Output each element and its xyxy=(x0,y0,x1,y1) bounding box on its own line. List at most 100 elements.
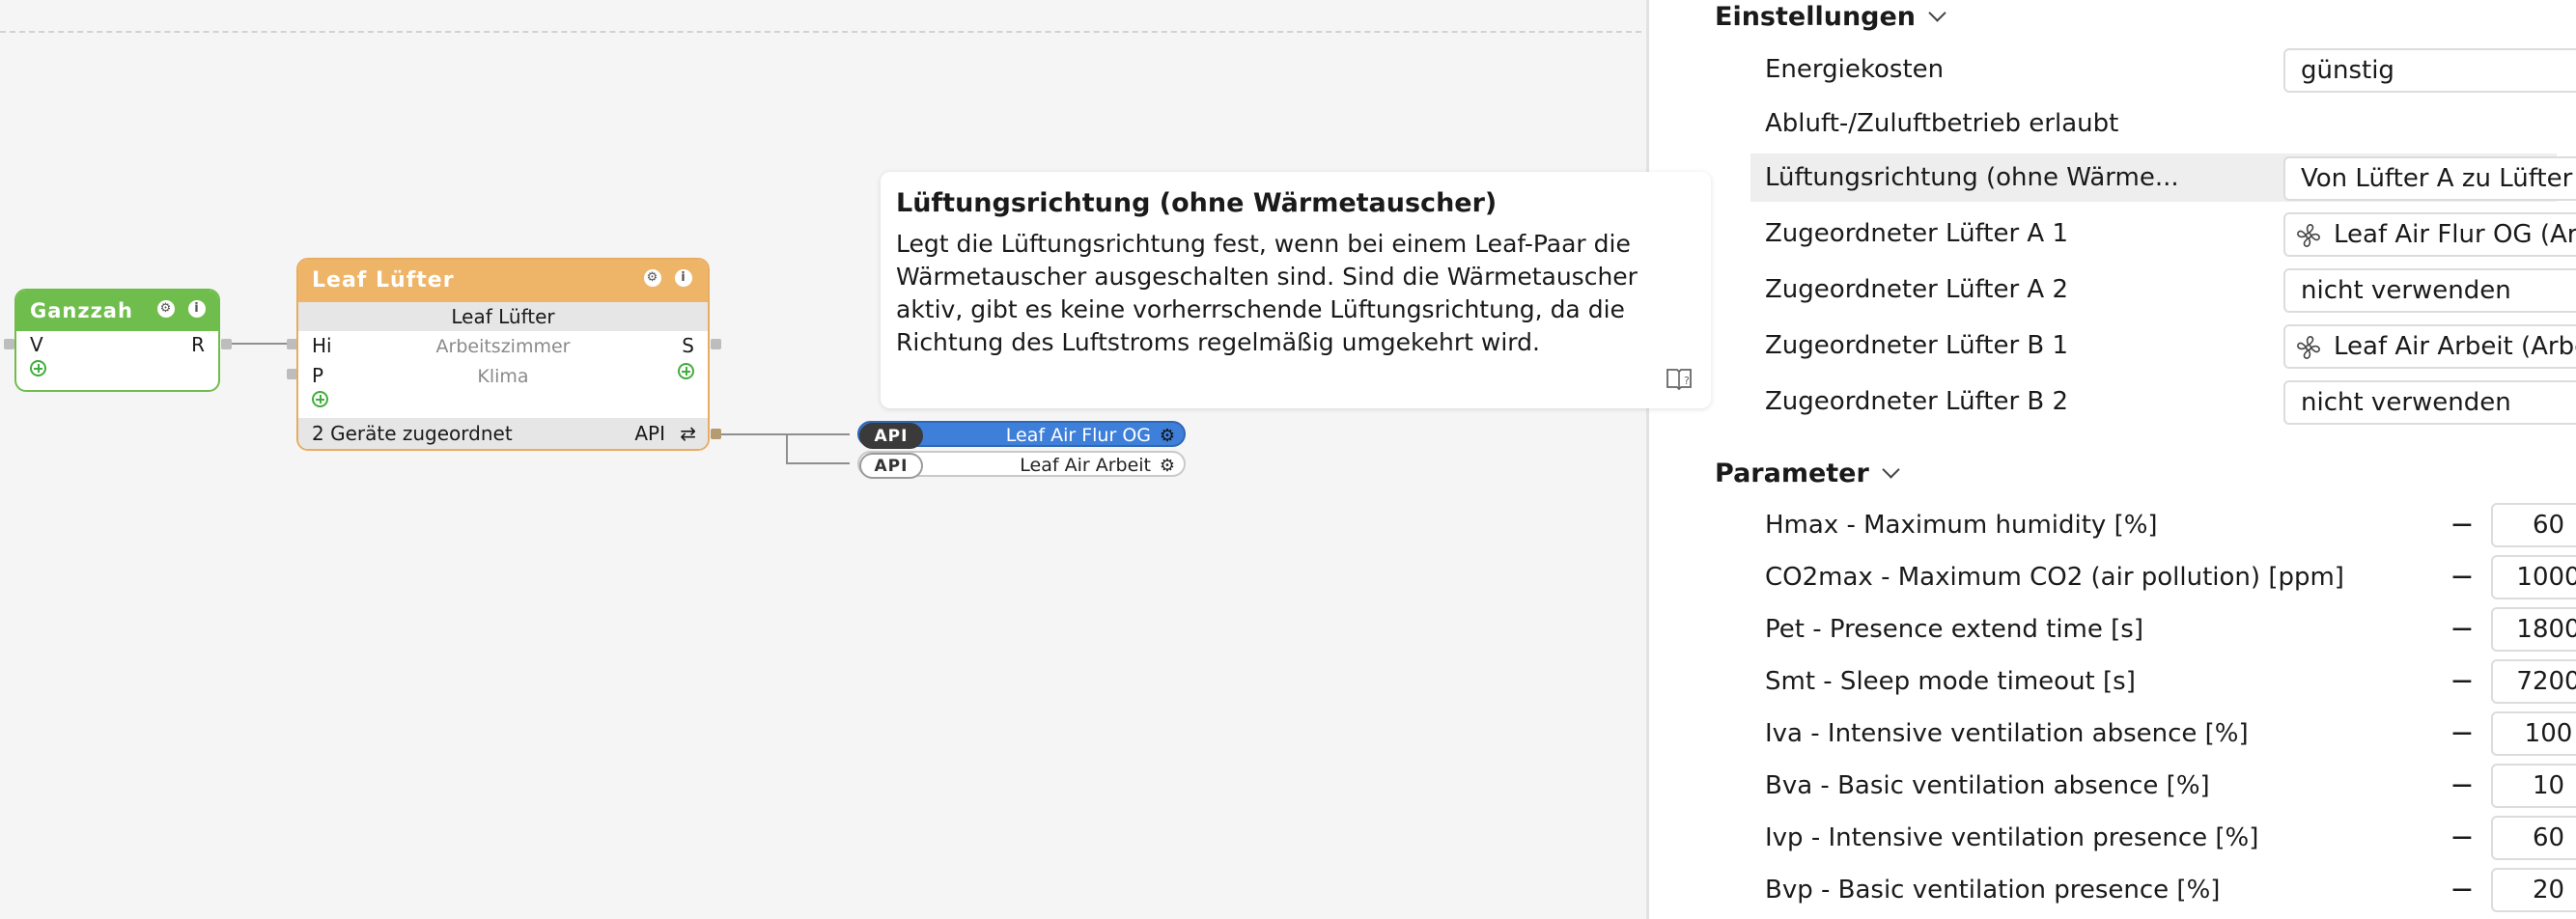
setting-label: Zugeordneter Lüfter B 2 xyxy=(1765,387,2069,416)
setting-row-luefter-a2: Zugeordneter Lüfter A 2 nicht verwenden xyxy=(1750,265,2576,314)
ganzzah-header: Ganzzah ⚙ i xyxy=(16,291,218,331)
decrement-button[interactable]: − xyxy=(2446,551,2478,603)
chevron-down-icon[interactable] xyxy=(1882,460,1900,479)
logic-canvas[interactable]: Ganzzah ⚙ i V R Leaf Lüfter ⚙ i Leaf Lüf… xyxy=(0,0,1646,919)
param-label: Smt - Sleep mode timeout [s] xyxy=(1765,667,2136,696)
api-connect-icon: ⇄ xyxy=(680,422,696,445)
dropdown-value: günstig xyxy=(2301,56,2394,85)
add-input-icon[interactable] xyxy=(30,360,46,376)
param-value-input[interactable]: 10 xyxy=(2491,764,2576,808)
param-value-input[interactable]: 20 xyxy=(2491,868,2576,912)
setting-label: Energiekosten xyxy=(1765,55,1945,84)
param-label: Hmax - Maximum humidity [%] xyxy=(1765,511,2158,540)
device-name: Leaf Air Arbeit xyxy=(1020,455,1151,476)
gear-icon[interactable]: ⚙ xyxy=(1160,425,1175,447)
tooltip-body: Legt die Lüftungsrichtung fest, wenn bei… xyxy=(896,230,1638,356)
svg-text:?: ? xyxy=(1684,375,1690,387)
leaf-output-pin-s[interactable] xyxy=(711,339,721,349)
setting-label: Lüftungsrichtung (ohne Wärme... xyxy=(1765,163,2179,192)
decrement-button[interactable]: − xyxy=(2446,655,2478,708)
api-label: API xyxy=(634,422,665,445)
help-tooltip: Lüftungsrichtung (ohne Wärmetauscher) Le… xyxy=(881,172,1711,408)
luefter-a1-dropdown[interactable]: Leaf Air Flur OG (Arbeit xyxy=(2283,212,2576,257)
param-row-ivp: Ivp - Intensive ventilation presence [%]… xyxy=(1750,812,2576,864)
settings-icon[interactable]: ⚙ xyxy=(157,300,175,318)
ganzzah-output-label: R xyxy=(191,333,205,356)
decrement-button[interactable]: − xyxy=(2446,499,2478,551)
settings-section-header[interactable]: Einstellungen xyxy=(1715,0,1946,35)
setting-row-luefter-b1: Zugeordneter Lüfter B 1 Leaf Air Arbeit … xyxy=(1750,321,2576,370)
setting-label: Zugeordneter Lüfter B 1 xyxy=(1765,331,2069,360)
leaf-luefter-block[interactable]: Leaf Lüfter ⚙ i Leaf Lüfter Hi Arbeitszi… xyxy=(296,258,710,451)
add-output-icon[interactable] xyxy=(678,363,694,379)
connection-wires xyxy=(230,343,850,464)
param-label: Ivp - Intensive ventilation presence [%] xyxy=(1765,823,2259,852)
param-label: Bva - Basic ventilation absence [%] xyxy=(1765,771,2210,800)
device-node-arbeit[interactable]: API Leaf Air Arbeit ⚙ xyxy=(857,451,1186,479)
settings-icon[interactable]: ⚙ xyxy=(644,269,661,287)
param-row-iva: Iva - Intensive ventilation absence [%] … xyxy=(1750,708,2576,760)
param-value-input[interactable]: 60 xyxy=(2491,816,2576,860)
device-node-flur-og[interactable]: API Leaf Air Flur OG ⚙ xyxy=(857,421,1186,449)
energiekosten-dropdown[interactable]: günstig xyxy=(2283,48,2576,93)
parameter-section-title: Parameter xyxy=(1715,459,1869,488)
dropdown-value: Leaf Air Arbeit (Arbeitsz xyxy=(2334,332,2576,361)
param-label: CO2max - Maximum CO2 (air pollution) [pp… xyxy=(1765,563,2344,592)
luefter-a2-dropdown[interactable]: nicht verwenden xyxy=(2283,268,2576,313)
setting-row-luefter-b2: Zugeordneter Lüfter B 2 nicht verwenden xyxy=(1750,377,2576,426)
param-value-input[interactable]: 100 xyxy=(2491,711,2576,756)
setting-row-luefter-a1: Zugeordneter Lüfter A 1 Leaf Air Flur OG… xyxy=(1750,209,2576,258)
setting-label: Zugeordneter Lüfter A 2 xyxy=(1765,275,2068,304)
fan-icon xyxy=(2297,336,2320,359)
luefter-b2-dropdown[interactable]: nicht verwenden xyxy=(2283,380,2576,425)
param-row-pet: Pet - Presence extend time [s] − 1800 + xyxy=(1750,603,2576,655)
info-icon[interactable]: i xyxy=(188,300,206,318)
chevron-down-icon[interactable] xyxy=(1928,4,1946,22)
param-row-co2max: CO2max - Maximum CO2 (air pollution) [pp… xyxy=(1750,551,2576,603)
setting-label: Abluft-/Zuluftbetrieb erlaubt xyxy=(1765,109,2119,138)
param-value-input[interactable]: 60 xyxy=(2491,503,2576,547)
decrement-button[interactable]: − xyxy=(2446,708,2478,760)
dropdown-value: Von Lüfter A zu Lüfter B xyxy=(2301,164,2576,193)
param-row-smt: Smt - Sleep mode timeout [s] − 7200 + xyxy=(1750,655,2576,708)
tooltip-title: Lüftungsrichtung (ohne Wärmetauscher) xyxy=(896,188,1498,218)
ganzzah-output-pin[interactable] xyxy=(221,339,232,349)
device-name: Leaf Air Flur OG xyxy=(1005,425,1151,446)
setting-row-abluft-zuluft: Abluft-/Zuluftbetrieb erlaubt xyxy=(1750,99,2557,148)
decrement-button[interactable]: − xyxy=(2446,603,2478,655)
wire-leaf-to-device-2 xyxy=(786,434,850,464)
param-value-input[interactable]: 1000 xyxy=(2491,555,2576,599)
param-label: Iva - Intensive ventilation absence [%] xyxy=(1765,719,2249,748)
ganzzah-input-pin[interactable] xyxy=(4,339,14,349)
leaf-header: Leaf Lüfter ⚙ i xyxy=(298,260,708,302)
gear-icon[interactable]: ⚙ xyxy=(1160,455,1175,477)
leaf-footer: 2 Geräte zugeordnet API ⇄ xyxy=(298,418,708,449)
param-row-bva: Bva - Basic ventilation absence [%] − 10… xyxy=(1750,760,2576,812)
decrement-button[interactable]: − xyxy=(2446,812,2478,864)
dropdown-value: Leaf Air Flur OG (Arbeit xyxy=(2334,220,2576,249)
ganzzah-block[interactable]: Ganzzah ⚙ i V R xyxy=(14,289,220,392)
add-input-icon[interactable] xyxy=(312,391,328,407)
ganzzah-title: Ganzzah xyxy=(30,299,133,322)
open-help-book-icon[interactable]: ? xyxy=(1665,366,1694,393)
properties-panel: Einstellungen Energiekosten günstig Ablu… xyxy=(1646,0,2576,919)
api-badge: API xyxy=(859,453,923,479)
param-label: Bvp - Basic ventilation presence [%] xyxy=(1765,876,2221,905)
leaf-api-pin[interactable] xyxy=(711,429,721,439)
assigned-devices-count: 2 Geräte zugeordnet xyxy=(312,422,513,445)
dropdown-value: nicht verwenden xyxy=(2301,276,2511,305)
param-value-input[interactable]: 1800 xyxy=(2491,607,2576,652)
parameter-section-header[interactable]: Parameter xyxy=(1715,457,1900,491)
leaf-input-value-p: Klima xyxy=(477,366,529,387)
setting-row-energiekosten: Energiekosten günstig xyxy=(1750,45,2576,94)
lueftungsrichtung-dropdown[interactable]: Von Lüfter A zu Lüfter B xyxy=(2283,156,2576,201)
info-icon[interactable]: i xyxy=(675,269,692,287)
decrement-button[interactable]: − xyxy=(2446,760,2478,812)
luefter-b1-dropdown[interactable]: Leaf Air Arbeit (Arbeitsz xyxy=(2283,324,2576,369)
leaf-title: Leaf Lüfter xyxy=(312,268,455,292)
decrement-button[interactable]: − xyxy=(2446,864,2478,916)
param-value-input[interactable]: 7200 xyxy=(2491,659,2576,704)
setting-row-lueftungsrichtung: Lüftungsrichtung (ohne Wärme... Von Lüft… xyxy=(1750,153,2576,202)
param-row-bvp: Bvp - Basic ventilation presence [%] − 2… xyxy=(1750,864,2576,916)
param-row-hmax: Hmax - Maximum humidity [%] − 60 + xyxy=(1750,499,2576,551)
